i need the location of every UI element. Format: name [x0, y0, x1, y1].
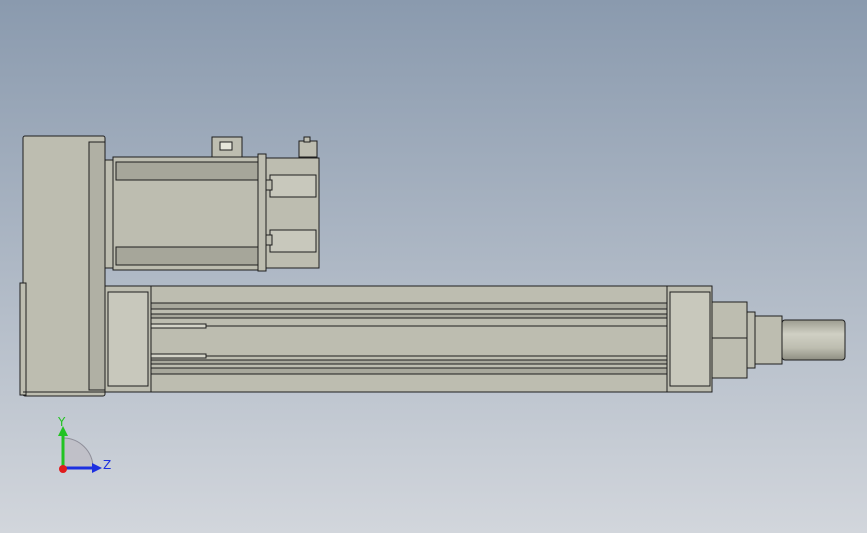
cad-viewport[interactable]: Y Z [0, 0, 867, 533]
model-canvas: Y Z [0, 0, 867, 533]
actuator-tube [104, 285, 713, 393]
y-axis-label: Y [57, 415, 66, 429]
connector-2 [298, 140, 318, 158]
z-axis-label: Z [103, 458, 111, 472]
end-housing [19, 135, 106, 397]
x-axis-origin [59, 465, 67, 473]
